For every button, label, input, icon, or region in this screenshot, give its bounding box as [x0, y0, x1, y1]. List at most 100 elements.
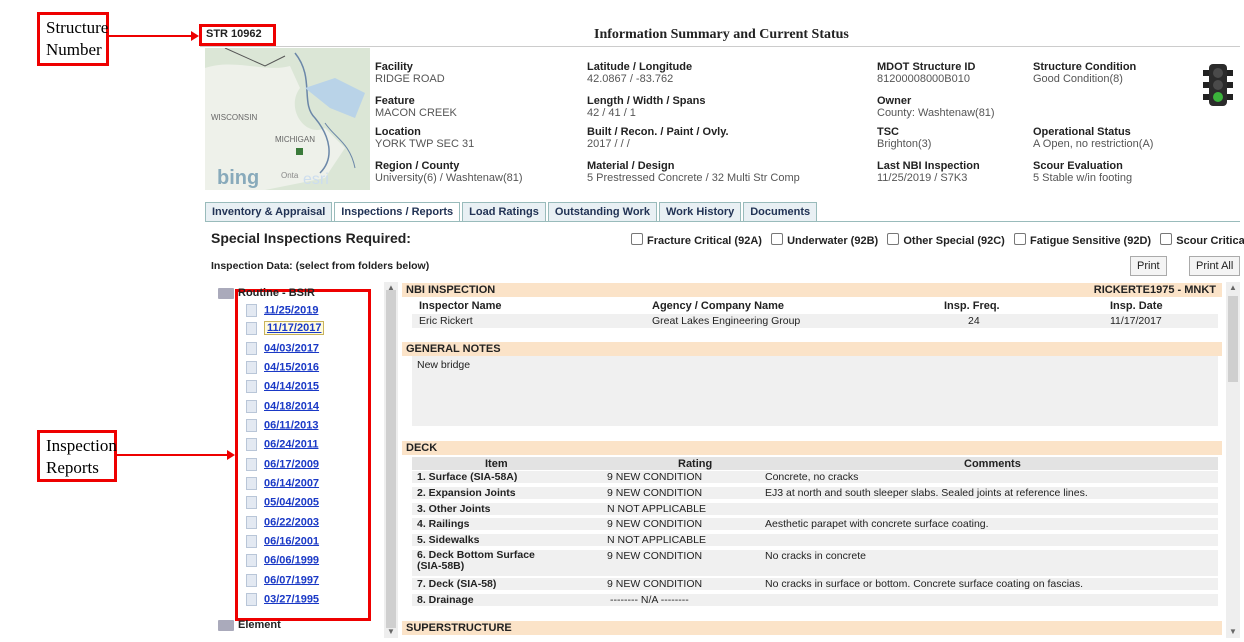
list-item[interactable]: 06/17/2009: [246, 458, 319, 471]
folder-routine-bsir[interactable]: Routine - BSIR: [218, 287, 315, 299]
col-insp-date: Insp. Date: [1110, 300, 1163, 312]
tree-scrollbar-thumb[interactable]: [386, 290, 396, 628]
general-notes-text: New bridge: [417, 359, 471, 371]
scroll-up-icon[interactable]: ▲: [387, 283, 395, 292]
checkbox-other-special[interactable]: Other Special (92C): [887, 233, 1005, 247]
location-map[interactable]: WISCONSIN MICHIGAN bing Onta esri: [205, 48, 370, 190]
map-label: Onta: [281, 171, 299, 180]
deck-item: 1. Surface (SIA-58A): [417, 471, 518, 483]
field-built-recon: Built / Recon. / Paint / Ovly. 2017 / / /: [587, 126, 729, 150]
document-icon: [246, 535, 257, 548]
list-item[interactable]: 04/03/2017: [246, 342, 319, 355]
folder-icon: [218, 287, 234, 299]
field-facility: Facility RIDGE ROAD: [375, 61, 445, 85]
scroll-up-icon[interactable]: ▲: [1229, 283, 1237, 292]
document-icon: [246, 574, 257, 587]
field-owner: Owner County: Washtenaw(81): [877, 95, 995, 119]
field-lat-long: Latitude / Longitude 42.0867 / -83.762: [587, 61, 693, 85]
document-icon: [246, 419, 257, 432]
deck-item: 3. Other Joints: [417, 503, 491, 515]
tab-inspections-reports[interactable]: Inspections / Reports: [334, 202, 461, 221]
tab-load-ratings[interactable]: Load Ratings: [462, 202, 546, 221]
tab-documents[interactable]: Documents: [743, 202, 818, 221]
checkbox-scour-critical[interactable]: Scour Critical: [1160, 233, 1244, 247]
document-icon: [246, 380, 257, 393]
field-operational-status: Operational Status A Open, no restriction…: [1033, 126, 1154, 150]
traffic-light-icon: [1203, 64, 1233, 109]
document-icon: [246, 496, 257, 509]
scroll-down-icon[interactable]: ▼: [1229, 627, 1237, 636]
special-inspections-heading: Special Inspections Required:: [211, 230, 411, 246]
col-item: Item: [485, 458, 508, 470]
list-item[interactable]: 11/17/2017: [246, 321, 325, 336]
table-row: [412, 314, 1218, 328]
list-item[interactable]: 06/16/2001: [246, 535, 319, 548]
deck-rating: N NOT APPLICABLE: [607, 503, 707, 515]
document-icon: [246, 342, 257, 355]
list-item[interactable]: 11/25/2019: [246, 304, 318, 317]
checkbox-fatigue-sensitive[interactable]: Fatigue Sensitive (92D): [1014, 233, 1151, 247]
col-comments: Comments: [964, 458, 1021, 470]
inspection-reports-highlight: [235, 289, 371, 621]
document-icon: [246, 322, 257, 335]
general-notes-box: [412, 356, 1218, 426]
callout-connector: [117, 454, 230, 456]
checkbox-fracture-critical[interactable]: Fracture Critical (92A): [631, 233, 762, 247]
checkbox-underwater[interactable]: Underwater (92B): [771, 233, 878, 247]
esri-logo: esri: [303, 171, 329, 188]
field-scour-evaluation: Scour Evaluation 5 Stable w/in footing: [1033, 160, 1133, 184]
document-icon: [246, 438, 257, 451]
col-inspector-name: Inspector Name: [419, 300, 502, 312]
general-notes-header: GENERAL NOTES: [402, 342, 1222, 356]
agency-name: Great Lakes Engineering Group: [652, 315, 801, 327]
print-all-button[interactable]: Print All: [1189, 256, 1241, 276]
field-length-width-spans: Length / Width / Spans 42 / 41 / 1: [587, 95, 706, 119]
deck-rating: -------- N/A --------: [610, 594, 689, 606]
list-item[interactable]: 03/27/1995: [246, 593, 319, 606]
list-item[interactable]: 06/22/2003: [246, 516, 319, 529]
list-item[interactable]: 06/11/2013: [246, 419, 318, 432]
page-title: Information Summary and Current Status: [594, 27, 849, 42]
deck-rating: 9 NEW CONDITION: [607, 518, 703, 530]
deck-item: 7. Deck (SIA-58): [417, 578, 497, 590]
map-label: WISCONSIN: [211, 113, 257, 122]
col-rating: Rating: [678, 458, 713, 470]
arrow-head-icon: [191, 31, 199, 41]
list-item[interactable]: 06/24/2011: [246, 438, 318, 451]
content-scrollbar-thumb[interactable]: [1228, 296, 1238, 382]
document-icon: [246, 458, 257, 471]
inspector-code: RICKERTE1975 - MNKT: [1093, 284, 1216, 296]
insp-date: 11/17/2017: [1110, 315, 1162, 327]
deck-rating: 9 NEW CONDITION: [607, 578, 703, 590]
inspection-reports-callout: Inspection Reports: [37, 430, 117, 482]
list-item[interactable]: 05/04/2005: [246, 496, 319, 509]
col-insp-freq: Insp. Freq.: [944, 300, 1000, 312]
deck-table-header: [412, 457, 1218, 470]
list-item[interactable]: 06/07/1997: [246, 574, 319, 587]
inspection-data-label: Inspection Data: (select from folders be…: [211, 260, 430, 272]
tab-work-history[interactable]: Work History: [658, 202, 742, 221]
list-item[interactable]: 04/18/2014: [246, 400, 319, 413]
table-row: [412, 594, 1218, 606]
deck-rating: 9 NEW CONDITION: [607, 550, 703, 562]
tab-bar: Inventory & Appraisal Inspections / Repor…: [205, 202, 819, 222]
folder-element[interactable]: Element: [218, 619, 281, 631]
superstructure-header: SUPERSTRUCTURE: [402, 621, 1222, 635]
scroll-down-icon[interactable]: ▼: [387, 627, 395, 636]
tab-inventory-appraisal[interactable]: Inventory & Appraisal: [205, 202, 333, 221]
deck-rating: N NOT APPLICABLE: [607, 534, 707, 546]
table-row: [412, 534, 1218, 546]
arrow-head-icon: [227, 450, 235, 460]
list-item[interactable]: 06/14/2007: [246, 477, 319, 490]
list-item[interactable]: 04/14/2015: [246, 380, 319, 393]
field-material-design: Material / Design 5 Prestressed Concrete …: [587, 160, 800, 184]
document-icon: [246, 593, 257, 606]
list-item[interactable]: 04/15/2016: [246, 361, 319, 374]
document-icon: [246, 400, 257, 413]
deck-comment: Concrete, no cracks: [765, 471, 859, 483]
document-icon: [246, 554, 257, 567]
deck-item: 8. Drainage: [417, 594, 474, 606]
list-item[interactable]: 06/06/1999: [246, 554, 319, 567]
print-button[interactable]: Print: [1130, 256, 1167, 276]
tab-outstanding-work[interactable]: Outstanding Work: [547, 202, 657, 221]
